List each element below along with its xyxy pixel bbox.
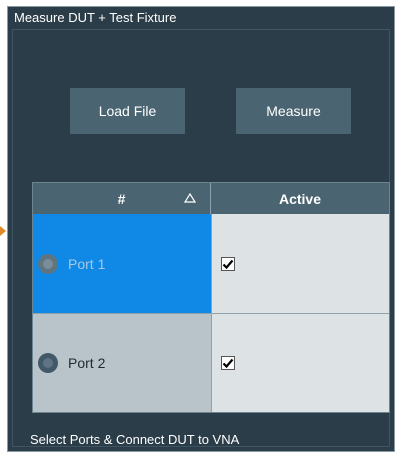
measure-button[interactable]: Measure [236,88,351,134]
column-header-number[interactable]: # [33,183,211,214]
port-1-label: Port 1 [68,255,106,272]
panel-edge-marker [0,226,6,236]
panel-title: Measure DUT + Test Fixture [14,10,177,25]
port-2-label: Port 2 [68,355,106,371]
port-2-active-cell [211,313,389,412]
port-1-active-checkbox[interactable] [221,256,235,271]
column-header-number-label: # [117,190,126,207]
status-message: Select Ports & Connect DUT to VNA [30,432,240,447]
table-row-port-2[interactable]: Port 2 [33,313,211,412]
checkmark-icon [222,259,234,269]
port-led-icon [38,353,58,373]
column-header-active[interactable]: Active [211,183,389,214]
port-led-icon [38,253,58,274]
load-file-button[interactable]: Load File [70,88,185,134]
measure-dut-panel: Measure DUT + Test Fixture Load File Mea… [7,6,395,452]
checkmark-icon [222,358,234,369]
ports-table: # Active Port 1 Port 2 [32,182,390,413]
port-2-active-checkbox[interactable] [221,356,235,370]
port-1-active-cell [211,214,389,313]
column-header-active-label: Active [278,190,322,207]
sort-ascending-icon[interactable] [184,193,196,203]
table-row-port-1[interactable]: Port 1 [33,214,211,313]
